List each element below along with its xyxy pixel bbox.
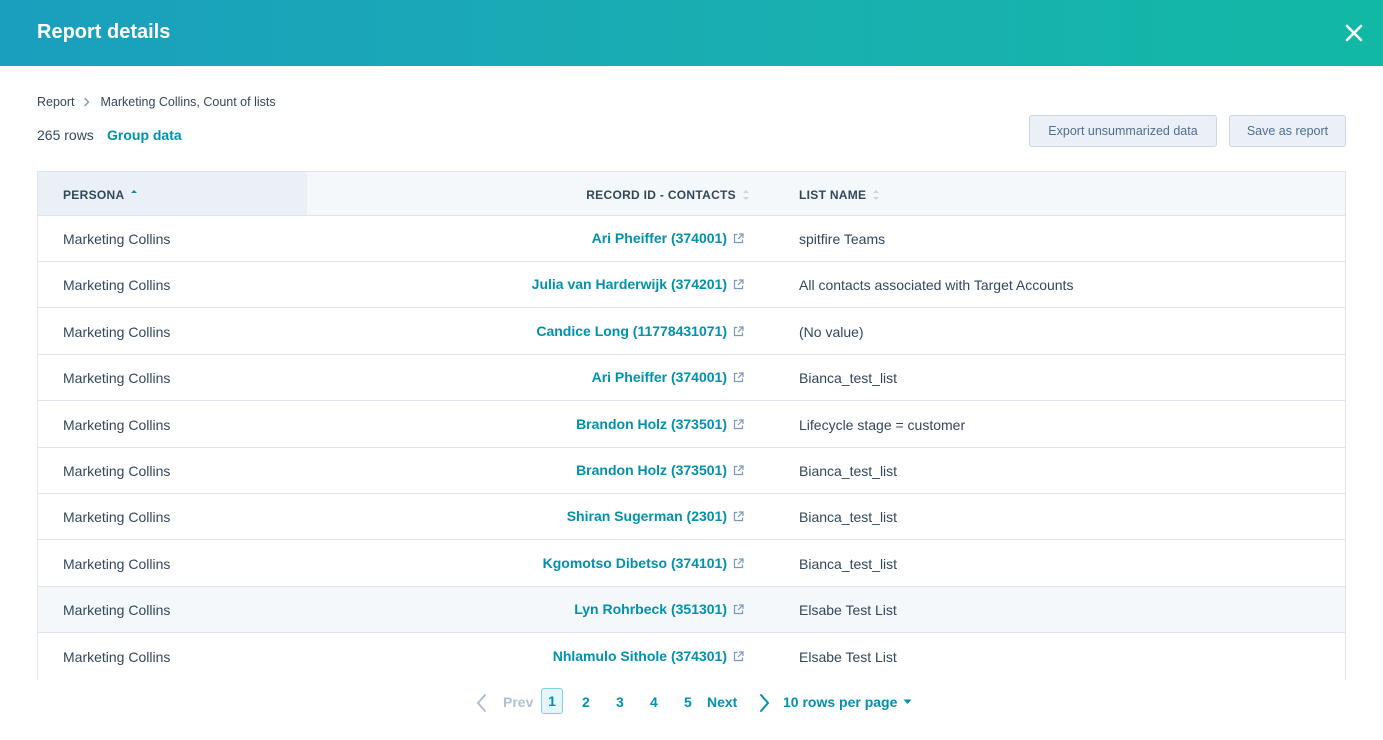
persona-cell: Marketing Collins xyxy=(63,602,171,618)
table-row: Marketing Collins Brandon Holz (373501) … xyxy=(38,448,1345,494)
pagination: Prev 1 2 3 4 5 Next 10 rows per page xyxy=(0,688,1383,718)
record-link[interactable]: Julia van Harderwijk (374201) xyxy=(532,276,744,292)
record-link-label: Julia van Harderwijk (374201) xyxy=(531,276,727,292)
caret-down-icon xyxy=(903,699,912,704)
page-button[interactable]: 3 xyxy=(616,694,624,710)
external-link-icon xyxy=(733,603,744,614)
record-link[interactable]: Ari Pheiffer (374001) xyxy=(592,230,744,246)
save-as-report-button[interactable]: Save as report xyxy=(1229,115,1346,147)
record-link-label: Ari Pheiffer (374001) xyxy=(591,369,727,385)
record-link[interactable]: Kgomotso Dibetso (374101) xyxy=(543,555,744,571)
external-link-icon xyxy=(733,510,744,521)
record-link[interactable]: Brandon Holz (373501) xyxy=(576,416,744,432)
modal-header: Report details xyxy=(0,0,1383,66)
rows-per-page-label: 10 rows per page xyxy=(783,694,898,710)
record-link-label: Brandon Holz (373501) xyxy=(576,462,727,478)
external-link-icon xyxy=(733,278,744,289)
next-page-button[interactable]: Next xyxy=(707,694,737,710)
column-header-list-name[interactable]: LIST NAME xyxy=(799,188,880,202)
external-link-icon xyxy=(733,557,744,568)
table-row: Marketing Collins Kgomotso Dibetso (3741… xyxy=(38,541,1345,587)
record-link[interactable]: Nhlamulo Sithole (374301) xyxy=(553,648,744,664)
column-header-label: RECORD ID - CONTACTS xyxy=(586,188,736,202)
modal-title: Report details xyxy=(37,21,171,43)
table-row: Marketing Collins Ari Pheiffer (374001) … xyxy=(38,355,1345,401)
list-name-cell: Bianca_test_list xyxy=(799,556,898,572)
close-button[interactable] xyxy=(1340,19,1368,47)
persona-cell: Marketing Collins xyxy=(63,463,171,479)
breadcrumb-current: Marketing Collins, Count of lists xyxy=(100,95,276,109)
persona-cell: Marketing Collins xyxy=(63,417,171,433)
table-row: Marketing Collins Julia van Harderwijk (… xyxy=(38,262,1345,308)
chevron-right-icon xyxy=(83,97,93,107)
group-data-link[interactable]: Group data xyxy=(107,127,182,143)
external-link-icon xyxy=(733,650,744,661)
breadcrumb-report-link[interactable]: Report xyxy=(37,95,75,109)
column-header-label: PERSONA xyxy=(63,188,125,202)
external-link-icon xyxy=(733,464,744,475)
sort-icon xyxy=(742,189,750,201)
table-header: PERSONA RECORD ID - CONTACTS LIST NAME xyxy=(38,172,1345,216)
persona-cell: Marketing Collins xyxy=(63,509,171,525)
record-link[interactable]: Shiran Sugerman (2301) xyxy=(567,508,744,524)
external-link-icon xyxy=(733,418,744,429)
sort-icon xyxy=(872,189,880,201)
table-row: Marketing Collins Nhlamulo Sithole (3743… xyxy=(38,634,1345,680)
record-link-label: Nhlamulo Sithole (374301) xyxy=(552,648,727,664)
row-count: 265 rows xyxy=(37,127,94,143)
chevron-right-icon[interactable] xyxy=(756,692,772,714)
page-button[interactable]: 5 xyxy=(684,694,692,710)
chevron-left-icon[interactable] xyxy=(474,692,490,714)
table-row: Marketing Collins Candice Long (11778431… xyxy=(38,309,1345,355)
record-link[interactable]: Candice Long (11778431071) xyxy=(536,323,744,339)
table-row: Marketing Collins Shiran Sugerman (2301)… xyxy=(38,494,1345,540)
record-link[interactable]: Lyn Rohrbeck (351301) xyxy=(574,601,744,617)
export-unsummarized-button[interactable]: Export unsummarized data xyxy=(1029,115,1217,147)
list-name-cell: Bianca_test_list xyxy=(799,509,898,525)
page-button[interactable]: 4 xyxy=(650,694,658,710)
page-button-current[interactable]: 1 xyxy=(541,688,563,714)
record-link-label: Ari Pheiffer (374001) xyxy=(591,230,727,246)
data-table: PERSONA RECORD ID - CONTACTS LIST NAME M… xyxy=(37,171,1346,680)
external-link-icon xyxy=(733,371,744,382)
external-link-icon xyxy=(733,232,744,243)
persona-cell: Marketing Collins xyxy=(63,370,171,386)
record-link-label: Lyn Rohrbeck (351301) xyxy=(574,601,727,617)
column-header-label: LIST NAME xyxy=(799,188,867,202)
record-link-label: Shiran Sugerman (2301) xyxy=(566,508,727,524)
prev-page-button[interactable]: Prev xyxy=(503,694,533,710)
column-header-record-id[interactable]: RECORD ID - CONTACTS xyxy=(586,188,750,202)
persona-cell: Marketing Collins xyxy=(63,556,171,572)
external-link-icon xyxy=(733,325,744,336)
table-row: Marketing Collins Ari Pheiffer (374001) … xyxy=(38,216,1345,262)
breadcrumb: Report Marketing Collins, Count of lists xyxy=(37,95,276,109)
list-name-cell: Elsabe Test List xyxy=(799,602,897,618)
column-header-persona[interactable]: PERSONA xyxy=(63,188,138,202)
sort-ascending-icon xyxy=(130,189,138,201)
persona-cell: Marketing Collins xyxy=(63,231,171,247)
persona-cell: Marketing Collins xyxy=(63,277,171,293)
list-name-cell: spitfire Teams xyxy=(799,231,886,247)
list-name-cell: (No value) xyxy=(799,324,864,340)
page-button[interactable]: 2 xyxy=(582,694,590,710)
table-row: Marketing Collins Brandon Holz (373501) … xyxy=(38,402,1345,448)
list-name-cell: Elsabe Test List xyxy=(799,649,897,665)
list-name-cell: All contacts associated with Target Acco… xyxy=(799,277,1074,293)
record-link[interactable]: Brandon Holz (373501) xyxy=(576,462,744,478)
persona-cell: Marketing Collins xyxy=(63,324,171,340)
rows-per-page-dropdown[interactable]: 10 rows per page xyxy=(783,694,912,710)
table-row: Marketing Collins Lyn Rohrbeck (351301) … xyxy=(38,587,1345,633)
record-link-label: Candice Long (11778431071) xyxy=(536,323,727,339)
persona-cell: Marketing Collins xyxy=(63,649,171,665)
list-name-cell: Bianca_test_list xyxy=(799,463,898,479)
record-link[interactable]: Ari Pheiffer (374001) xyxy=(592,369,744,385)
record-link-label: Brandon Holz (373501) xyxy=(576,416,727,432)
list-name-cell: Lifecycle stage = customer xyxy=(799,417,966,433)
record-link-label: Kgomotso Dibetso (374101) xyxy=(542,555,727,571)
close-icon xyxy=(1345,24,1363,42)
list-name-cell: Bianca_test_list xyxy=(799,370,898,386)
